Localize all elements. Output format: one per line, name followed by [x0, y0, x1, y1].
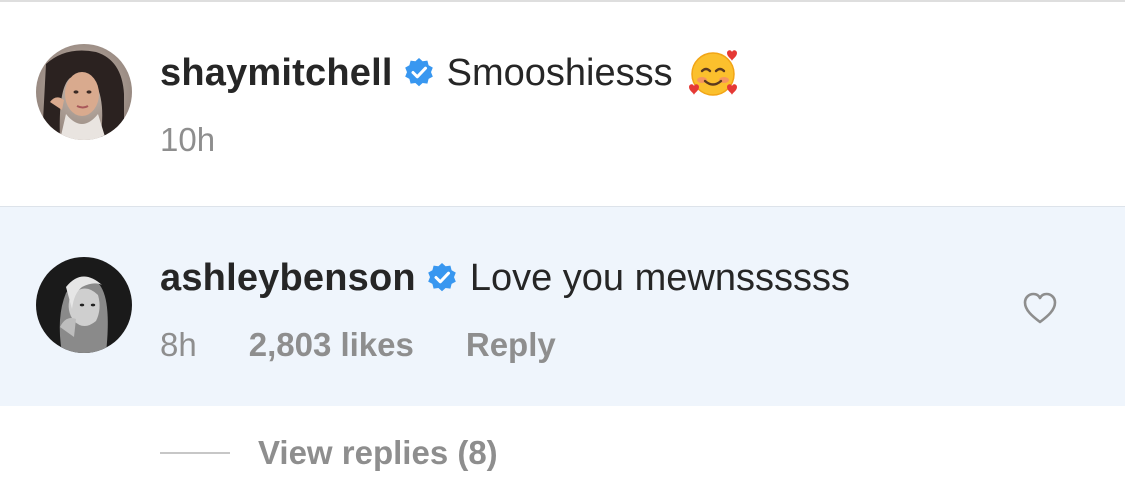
comment-text: Smooshiesss [446, 51, 673, 94]
smiling-face-with-hearts-icon [687, 47, 739, 99]
comment-timestamp: 8h [160, 326, 197, 363]
likes-count-link[interactable]: 2,803 likes [249, 326, 414, 364]
avatar[interactable] [36, 44, 132, 140]
divider [160, 452, 230, 454]
username[interactable]: shaymitchell [160, 52, 393, 95]
comment-thread: shaymitchell Smooshiesss 10h ashleybenso… [0, 0, 1125, 496]
verified-badge-icon [403, 57, 435, 89]
view-replies-label: View replies (8) [258, 434, 498, 471]
heart-icon[interactable] [1022, 291, 1058, 325]
avatar[interactable] [36, 257, 132, 353]
comment-text: Love you mewnssssss [469, 256, 850, 299]
comment-ashleybenson: ashleybenson Love you mewnssssss 8h 2,80… [0, 206, 1125, 406]
username[interactable]: ashleybenson [160, 257, 416, 300]
verified-badge-icon [426, 262, 458, 294]
comment-shaymitchell: shaymitchell Smooshiesss 10h [0, 2, 1125, 206]
view-replies-button[interactable]: View replies (8) [160, 428, 498, 478]
reply-button[interactable]: Reply [466, 326, 556, 364]
comment-timestamp: 10h [160, 121, 216, 158]
